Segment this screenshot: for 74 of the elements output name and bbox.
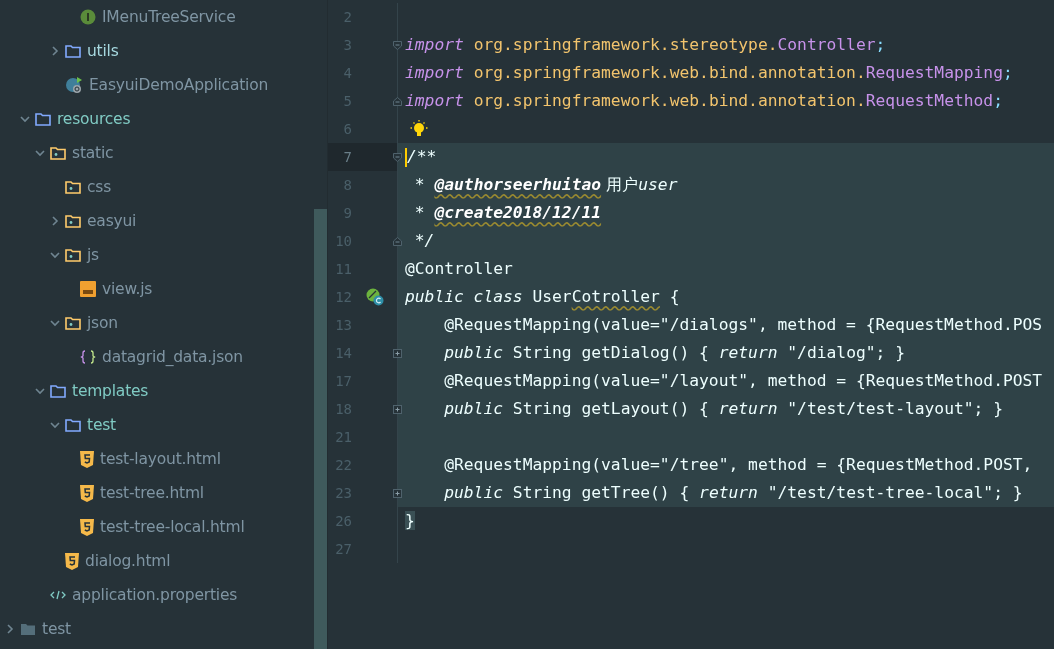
chevron-down-icon[interactable] bbox=[20, 114, 30, 124]
fold-marker-icon[interactable] bbox=[393, 41, 402, 50]
folder-icon bbox=[35, 112, 51, 126]
tree-item[interactable]: IMenuTreeService bbox=[102, 8, 236, 26]
text-cursor bbox=[405, 147, 407, 167]
tree-item[interactable]: dialog.html bbox=[85, 552, 171, 570]
chevron-down-icon[interactable] bbox=[35, 148, 45, 158]
folder-icon bbox=[65, 180, 81, 194]
tree-item[interactable]: resources bbox=[57, 110, 131, 128]
expand-icon[interactable] bbox=[393, 349, 402, 358]
chevron-right-icon[interactable] bbox=[50, 46, 60, 56]
tree-item[interactable]: static bbox=[72, 144, 114, 162]
fold-marker-icon[interactable] bbox=[393, 97, 402, 106]
tree-item[interactable]: test bbox=[42, 620, 71, 638]
tree-item[interactable]: js bbox=[87, 246, 99, 264]
tree-item[interactable]: test-layout.html bbox=[100, 450, 221, 468]
application-icon bbox=[65, 76, 83, 94]
expand-icon[interactable] bbox=[393, 489, 402, 498]
tree-item[interactable]: test-tree.html bbox=[100, 484, 204, 502]
code-tag-icon bbox=[50, 589, 66, 601]
chevron-down-icon[interactable] bbox=[35, 386, 45, 396]
fold-marker-icon[interactable] bbox=[393, 153, 402, 162]
folder-icon bbox=[50, 384, 66, 398]
tree-item[interactable]: utils bbox=[87, 42, 119, 60]
folder-icon bbox=[50, 146, 66, 160]
folder-icon bbox=[65, 248, 81, 262]
folder-icon bbox=[65, 418, 81, 432]
code-line: * @create2018/12/11 bbox=[413, 202, 602, 224]
html5-icon bbox=[65, 552, 79, 570]
tree-item[interactable]: view.js bbox=[102, 280, 153, 298]
interface-icon bbox=[80, 9, 96, 25]
html5-icon bbox=[80, 450, 94, 468]
html5-icon bbox=[80, 484, 94, 502]
folder-icon bbox=[65, 316, 81, 330]
chevron-down-icon[interactable] bbox=[50, 250, 60, 260]
tree-item[interactable]: test-tree-local.html bbox=[100, 518, 245, 536]
code-line: * @authorseerhuitao 用户user bbox=[413, 174, 678, 196]
tree-item[interactable]: EasyuiDemoApplication bbox=[89, 76, 269, 94]
fold-marker-icon[interactable] bbox=[393, 237, 402, 246]
braces-icon bbox=[80, 350, 96, 364]
html5-icon bbox=[80, 518, 94, 536]
tree-item[interactable]: application.properties bbox=[72, 586, 238, 604]
code-line: */ bbox=[413, 230, 435, 252]
chevron-down-icon[interactable] bbox=[50, 318, 60, 328]
expand-icon[interactable] bbox=[393, 405, 402, 414]
tree-item[interactable]: json bbox=[87, 314, 118, 332]
tree-item[interactable]: easyui bbox=[87, 212, 137, 230]
code-line: @RequestMapping(value="/tree", method = {RequestMethod.POST, bbox=[443, 454, 1033, 476]
tree-item[interactable]: templates bbox=[72, 382, 149, 400]
chevron-right-icon[interactable] bbox=[5, 624, 15, 634]
code-line: @RequestMapping(value="/layout", method = {RequestMethod.POST bbox=[443, 370, 1043, 392]
scrollbar-thumb[interactable] bbox=[314, 209, 327, 649]
code-line: public class UserCotroller { bbox=[405, 286, 680, 308]
tree-item[interactable]: css bbox=[87, 178, 112, 196]
tree-item[interactable]: test bbox=[87, 416, 116, 434]
bean-icon[interactable] bbox=[365, 288, 384, 306]
code-line: public String getDialog() { return "/dialog"; } bbox=[443, 342, 905, 364]
code-line: import org.springframework.web.bind.annotation.RequestMapping; bbox=[405, 62, 1013, 84]
lightbulb-icon[interactable] bbox=[409, 119, 429, 139]
javascript-file-icon bbox=[80, 281, 96, 297]
line-number: 7 bbox=[342, 148, 352, 167]
code-line: import org.springframework.stereotype.Controller; bbox=[405, 34, 886, 56]
folder-icon bbox=[20, 622, 36, 636]
code-line: @Controller bbox=[405, 258, 513, 280]
folder-icon bbox=[65, 214, 81, 228]
code-line: @RequestMapping(value="/dialogs", method = {RequestMethod.POS bbox=[443, 314, 1043, 336]
code-line: public String getLayout() { return "/test/test-layout"; } bbox=[443, 398, 1003, 420]
chevron-right-icon[interactable] bbox=[50, 216, 60, 226]
folder-icon bbox=[65, 44, 81, 58]
code-line: import org.springframework.web.bind.annotation.RequestMethod; bbox=[405, 90, 1003, 112]
code-line: /** bbox=[407, 146, 437, 168]
code-line: public String getTree() { return "/test/test-tree-local"; } bbox=[443, 482, 1023, 504]
chevron-down-icon[interactable] bbox=[50, 420, 60, 430]
tree-item[interactable]: datagrid_data.json bbox=[102, 348, 243, 366]
